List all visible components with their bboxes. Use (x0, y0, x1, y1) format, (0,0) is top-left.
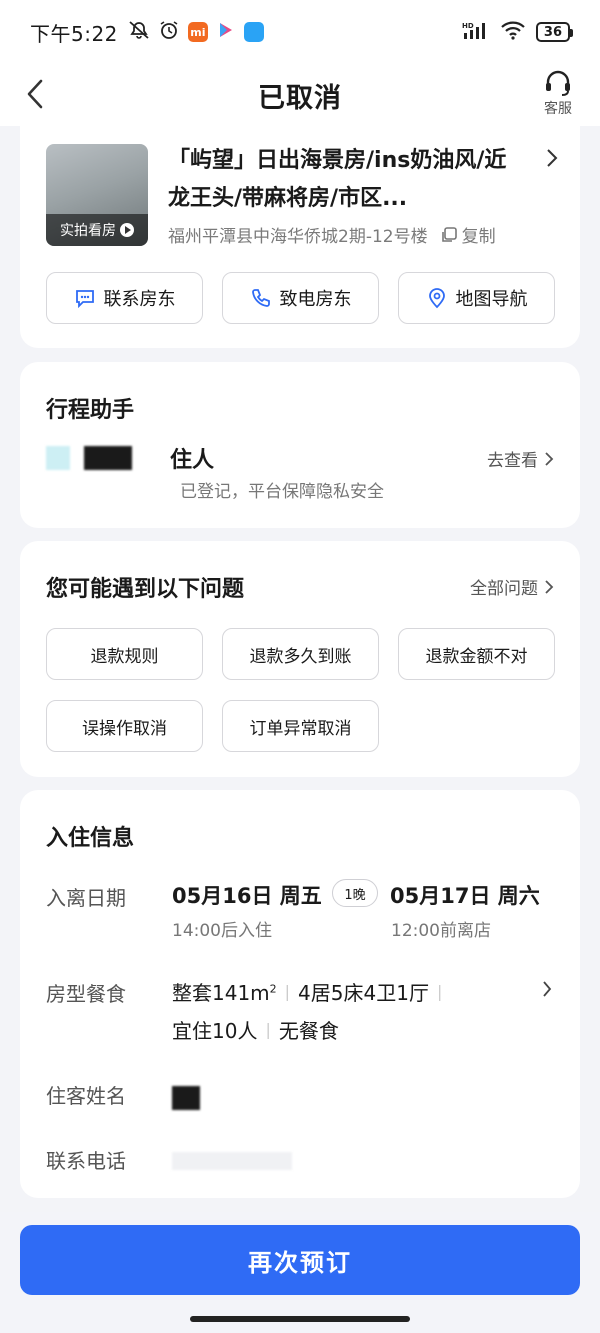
map-navigation-button[interactable]: 地图导航 (398, 272, 555, 324)
book-again-button[interactable]: 再次预订 (20, 1225, 580, 1295)
chat-app-icon (243, 22, 264, 42)
room-meal: 无餐食 (278, 1019, 339, 1043)
faq-refund-amount[interactable]: 退款金额不对 (398, 628, 555, 680)
customer-service-label: 客服 (544, 101, 572, 117)
wifi-icon (500, 20, 526, 44)
divider: | (284, 982, 291, 1001)
room-capacity: 宜住10人 (172, 1019, 258, 1043)
chevron-right-icon (545, 579, 554, 594)
thumb-tag: 实拍看房 (46, 214, 148, 246)
phone-icon (251, 289, 270, 307)
thumb-tag-label: 实拍看房 (60, 223, 116, 239)
faq-refund-rules[interactable]: 退款规则 (46, 628, 203, 680)
redacted-phone (172, 1152, 292, 1170)
contact-host-button[interactable]: 联系房东 (46, 272, 203, 324)
chat-icon (75, 290, 94, 309)
chevron-right-icon (545, 451, 554, 466)
back-button[interactable] (20, 76, 50, 112)
copy-label: 复制 (461, 227, 496, 247)
signal-icon: HD (462, 21, 490, 43)
chevron-right-icon[interactable] (546, 148, 558, 172)
all-questions-link[interactable]: 全部问题 (470, 574, 554, 599)
room-label: 房型餐食 (46, 982, 126, 1006)
svg-text:HD: HD (462, 22, 474, 30)
hotel-card: 实拍看房 「屿望」日出海景房/ins奶油风/近龙王头/带麻将房/市区... 福州… (20, 126, 580, 348)
view-trip-label: 去查看 (487, 451, 538, 471)
home-indicator[interactable] (190, 1316, 410, 1322)
copy-button[interactable]: 复制 (440, 222, 496, 247)
map-navigation-label: 地图导航 (455, 289, 528, 310)
checkin-info-card: 入住信息 入离日期 05月16日 周五 14:00后入住 1晚 05月17日 周… (20, 790, 580, 1198)
nav-bar: 已取消 客服 (0, 64, 600, 126)
view-trip-link[interactable]: 去查看 (487, 446, 554, 471)
play-store-icon (216, 20, 236, 45)
divider: | (436, 982, 443, 1001)
faq-card: 您可能遇到以下问题 全部问题 退款规则 退款多久到账 退款金额不对 误操作取消 … (20, 541, 580, 777)
status-icons-left: mi (128, 20, 264, 45)
faq-mistaken-cancel[interactable]: 误操作取消 (46, 700, 203, 752)
trip-assistant-title: 行程助手 (46, 398, 135, 423)
redacted-block (84, 446, 132, 470)
all-questions-label: 全部问题 (470, 579, 538, 599)
trip-guest-line: 住人 (170, 448, 215, 473)
nights-badge: 1晚 (332, 879, 378, 907)
copy-icon (441, 226, 457, 242)
play-icon (120, 223, 134, 237)
hotel-address: 福州平潭县中海华侨城2期-12号楼 复制 (168, 222, 496, 247)
call-host-label: 致电房东 (279, 289, 352, 310)
checkout-date: 05月17日 周六 (390, 884, 540, 908)
checkin-time: 14:00后入住 (172, 921, 272, 941)
divider: | (265, 1020, 271, 1039)
room-area-value: 整套141m (172, 981, 270, 1005)
checkout-time: 12:00前离店 (391, 921, 491, 941)
date-label: 入离日期 (46, 886, 126, 910)
status-icons-right: HD 36 (462, 20, 574, 44)
hotel-thumbnail[interactable]: 实拍看房 (46, 144, 148, 246)
faq-abnormal-cancel[interactable]: 订单异常取消 (222, 700, 379, 752)
battery-indicator: 36 (535, 22, 574, 42)
hotel-name[interactable]: 「屿望」日出海景房/ins奶油风/近龙王头/带麻将房/市区... (168, 142, 528, 218)
address-text: 福州平潭县中海华侨城2期-12号楼 (168, 227, 428, 247)
contact-host-label: 联系房东 (103, 289, 176, 310)
trip-privacy-note: 已登记，平台保障隐私安全 (180, 482, 384, 502)
room-area: 整套141m2 (172, 977, 277, 1006)
redacted-guest-name (172, 1086, 200, 1110)
mute-icon (128, 20, 150, 45)
headset-icon (546, 70, 570, 96)
mi-app-icon: mi (187, 22, 208, 42)
checkin-title: 入住信息 (46, 826, 135, 851)
redacted-block (46, 446, 70, 470)
status-time: 下午5:22 (30, 21, 118, 46)
status-bar: 下午5:22 mi HD 36 (0, 0, 600, 64)
phone-label: 联系电话 (46, 1149, 126, 1173)
guest-name-label: 住客姓名 (46, 1084, 126, 1108)
map-pin-icon (428, 288, 445, 309)
room-info-line2: 宜住10人 | 无餐食 (172, 1015, 339, 1044)
checkin-date: 05月16日 周五 (172, 884, 322, 908)
chevron-right-icon[interactable] (542, 980, 552, 1002)
faq-title: 您可能遇到以下问题 (46, 577, 245, 602)
page-title: 已取消 (258, 82, 342, 114)
faq-refund-time[interactable]: 退款多久到账 (222, 628, 379, 680)
room-info-line1[interactable]: 整套141m2 | 4居5床4卫1厅 | (172, 977, 450, 1006)
customer-service-button[interactable]: 客服 (542, 68, 574, 118)
chevron-left-icon (27, 79, 43, 109)
call-host-button[interactable]: 致电房东 (222, 272, 379, 324)
trip-assistant-card: 行程助手 住人 已登记，平台保障隐私安全 去查看 (20, 362, 580, 528)
room-area-unit: 2 (269, 982, 277, 996)
room-layout: 4居5床4卫1厅 (298, 981, 429, 1005)
alarm-icon (158, 20, 180, 45)
